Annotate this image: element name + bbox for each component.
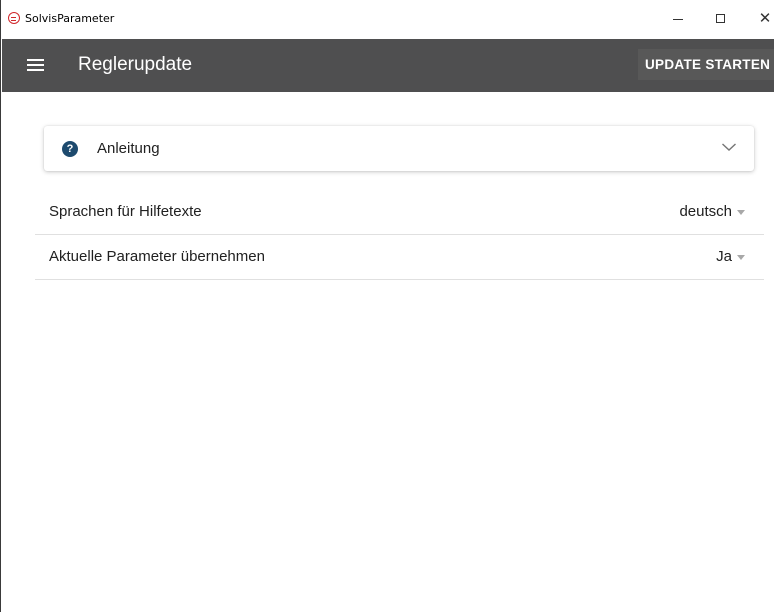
setting-label-help-language: Sprachen für Hilfetexte — [49, 203, 202, 220]
dropdown-caret-icon[interactable] — [737, 255, 745, 260]
close-icon[interactable]: ✕ — [756, 10, 774, 28]
dropdown-caret-icon[interactable] — [737, 210, 745, 215]
window-title: SolvisParameter — [25, 12, 115, 25]
hamburger-menu-icon[interactable] — [27, 58, 44, 72]
apply-parameters-select[interactable]: Ja — [716, 248, 732, 265]
minimize-icon[interactable] — [670, 10, 688, 28]
page-title: Reglerupdate — [78, 54, 193, 75]
instructions-title: Anleitung — [97, 140, 160, 157]
solvis-app-icon — [8, 12, 20, 24]
instructions-card[interactable]: ? Anleitung — [44, 126, 754, 171]
help-circle-icon: ? — [62, 141, 78, 157]
setting-row-help-language[interactable]: Sprachen für Hilfetexte deutsch — [35, 190, 764, 235]
update-start-button[interactable]: UPDATE STARTEN — [638, 49, 774, 80]
setting-label-apply-parameters: Aktuelle Parameter übernehmen — [49, 248, 265, 265]
setting-row-apply-parameters[interactable]: Aktuelle Parameter übernehmen Ja — [35, 235, 764, 280]
app-bar: Reglerupdate UPDATE STARTEN — [2, 39, 774, 92]
chevron-down-icon[interactable] — [721, 139, 737, 155]
maximize-icon[interactable] — [712, 10, 730, 28]
help-language-select[interactable]: deutsch — [679, 203, 732, 220]
window-title-bar[interactable]: SolvisParameter ✕ — [2, 0, 774, 38]
application-window: SolvisParameter ✕ Reglerupdate UPDATE ST… — [0, 0, 774, 612]
